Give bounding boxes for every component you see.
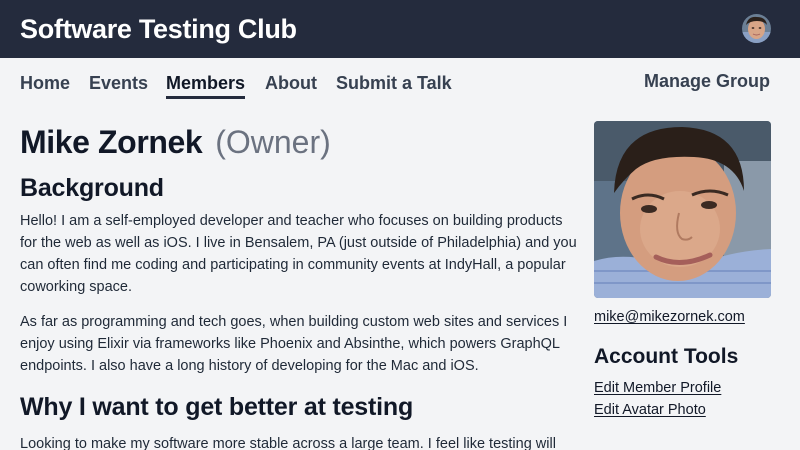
nav-home[interactable]: Home bbox=[20, 72, 70, 94]
member-email-link[interactable]: mike@mikezornek.com bbox=[594, 308, 745, 326]
profile-main: Mike Zornek (Owner) Background Hello! I … bbox=[20, 122, 580, 450]
site-title[interactable]: Software Testing Club bbox=[20, 13, 297, 45]
member-name: Mike Zornek bbox=[20, 124, 203, 160]
main-nav: Home Events Members About Submit a Talk … bbox=[0, 58, 800, 104]
why-testing-heading: Why I want to get better at testing bbox=[20, 393, 414, 421]
top-bar: Software Testing Club bbox=[0, 0, 800, 58]
nav-submit-talk[interactable]: Submit a Talk bbox=[336, 72, 452, 94]
member-photo bbox=[594, 121, 771, 298]
profile-sidebar: mike@mikezornek.com Account Tools Edit M… bbox=[594, 121, 772, 419]
manage-group-link[interactable]: Manage Group bbox=[644, 70, 770, 92]
user-avatar-icon[interactable] bbox=[742, 14, 771, 43]
background-heading: Background bbox=[20, 174, 164, 202]
member-role: (Owner) bbox=[215, 124, 331, 160]
why-testing-paragraph: Looking to make my software more stable … bbox=[20, 436, 556, 450]
profile-heading: Mike Zornek (Owner) bbox=[20, 122, 580, 162]
edit-member-profile-link[interactable]: Edit Member Profile bbox=[594, 379, 772, 397]
background-paragraph-1: Hello! I am a self-employed developer an… bbox=[20, 213, 577, 295]
nav-events[interactable]: Events bbox=[89, 72, 148, 94]
background-paragraph-2: As far as programming and tech goes, whe… bbox=[20, 314, 568, 374]
nav-members[interactable]: Members bbox=[166, 72, 246, 99]
nav-about[interactable]: About bbox=[265, 72, 317, 94]
edit-avatar-photo-link[interactable]: Edit Avatar Photo bbox=[594, 401, 772, 419]
account-tools-heading: Account Tools bbox=[594, 345, 739, 368]
